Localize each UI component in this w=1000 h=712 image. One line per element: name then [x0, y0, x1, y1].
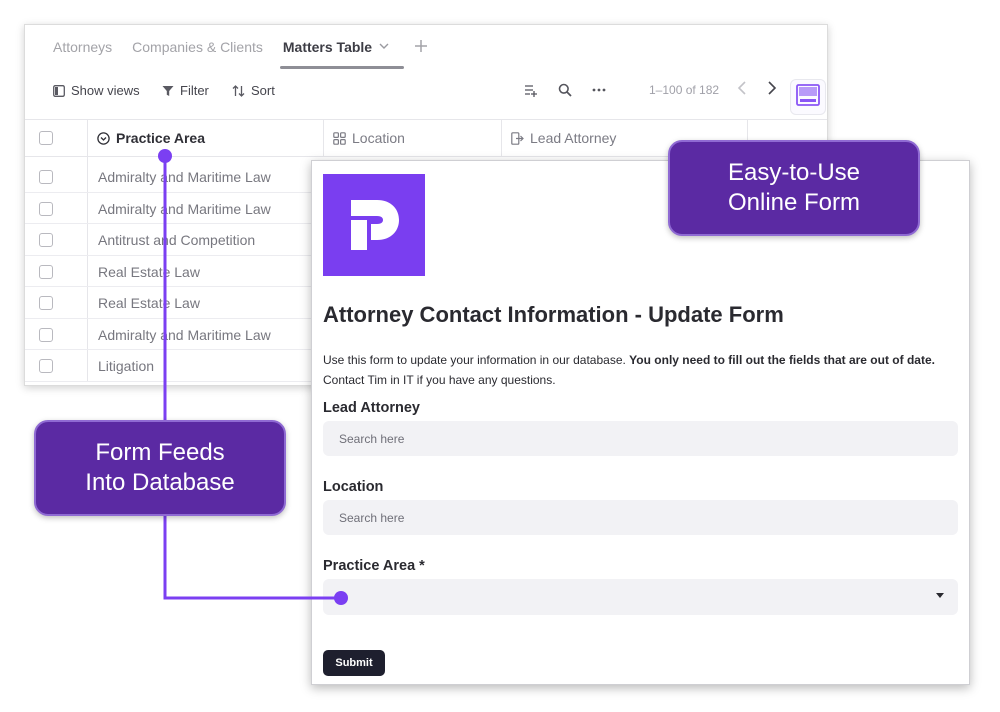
filter-label: Filter [180, 83, 209, 98]
row-checkbox[interactable] [39, 201, 53, 216]
stage: Attorneys Companies & Clients Matters Ta… [0, 0, 1000, 712]
practice-area-cell[interactable]: Real Estate Law [98, 264, 200, 280]
practice-area-cell[interactable]: Admiralty and Maritime Law [98, 327, 271, 343]
link-icon [511, 131, 524, 145]
show-views-button[interactable]: Show views [53, 83, 140, 98]
required-asterisk: * [419, 558, 425, 574]
tab-matters-table[interactable]: Matters Table [279, 25, 405, 69]
caret-down-icon [936, 591, 944, 602]
form-layout-icon [796, 83, 820, 111]
form-description-text: Use this form to update your information… [323, 353, 630, 367]
sort-icon [232, 84, 245, 97]
form-description: Use this form to update your information… [323, 350, 963, 390]
practice-area-label: Practice Area * [323, 558, 425, 574]
row-checkbox[interactable] [39, 264, 53, 279]
row-checkbox[interactable] [39, 359, 53, 373]
column-header-label: Location [352, 130, 405, 146]
form-view-button[interactable] [790, 79, 826, 115]
row-checkbox[interactable] [39, 327, 53, 342]
callout-easy-form: Easy-to-Use Online Form [668, 140, 920, 236]
practice-area-cell[interactable]: Admiralty and Maritime Law [98, 201, 271, 217]
show-views-label: Show views [71, 83, 140, 98]
submit-button[interactable]: Submit [323, 650, 385, 676]
column-header-lead-attorney[interactable]: Lead Attorney [511, 130, 616, 146]
form-window: Attorney Contact Information - Update Fo… [311, 160, 970, 685]
search-icon[interactable] [558, 83, 572, 97]
practice-area-label-text: Practice Area [323, 558, 416, 574]
location-label: Location [323, 479, 384, 495]
sort-label: Sort [251, 83, 275, 98]
practice-area-cell[interactable]: Litigation [98, 358, 154, 374]
column-header-label: Practice Area [116, 130, 205, 146]
grid-icon [333, 131, 346, 145]
tab-bar: Attorneys Companies & Clients Matters Ta… [25, 25, 428, 69]
practice-area-cell[interactable]: Antitrust and Competition [98, 232, 255, 248]
more-options-icon[interactable] [592, 83, 606, 97]
dropdown-circle-icon [97, 131, 110, 145]
column-divider [87, 120, 88, 156]
row-checkbox[interactable] [39, 170, 53, 184]
sort-button[interactable]: Sort [232, 83, 275, 98]
brand-logo [323, 174, 425, 276]
add-row-icon[interactable] [524, 83, 538, 97]
form-description-emphasis: You only need to fill out the fields tha… [629, 353, 935, 367]
practice-area-cell[interactable]: Admiralty and Maritime Law [98, 169, 271, 185]
form-description-text: Contact Tim in IT if you have any questi… [323, 373, 556, 387]
add-tab-icon[interactable] [414, 36, 428, 59]
column-header-practice-area[interactable]: Practice Area [97, 130, 205, 146]
select-all-checkbox[interactable] [39, 131, 53, 145]
row-checkbox[interactable] [39, 296, 53, 310]
practice-area-select[interactable] [323, 579, 958, 615]
callout-line: Easy-to-Use [727, 159, 861, 186]
tab-matters-table-label: Matters Table [282, 39, 373, 55]
toolbar: Show views Filter Sort 1–100 of 182 [25, 77, 827, 109]
lead-attorney-label: Lead Attorney [323, 400, 420, 416]
chevron-left-icon[interactable] [737, 81, 747, 100]
form-title: Attorney Contact Information - Update Fo… [323, 302, 784, 327]
column-header-label: Lead Attorney [530, 130, 617, 146]
location-search-input[interactable] [323, 500, 958, 535]
p-logo-icon [351, 200, 399, 250]
filter-icon [162, 85, 174, 97]
practice-area-cell[interactable]: Real Estate Law [98, 295, 200, 311]
callout-line: Into Database [85, 469, 235, 496]
row-checkbox[interactable] [39, 233, 53, 247]
callout-line: Form Feeds [95, 439, 225, 466]
callout-form-feeds: Form Feeds Into Database [34, 420, 286, 516]
filter-button[interactable]: Filter [162, 83, 209, 98]
column-divider [501, 120, 502, 156]
chevron-down-icon[interactable] [378, 40, 390, 55]
tab-companies-clients[interactable]: Companies & Clients [132, 25, 263, 69]
pagination-count: 1–100 of 182 [649, 83, 720, 97]
column-divider [323, 120, 324, 156]
lead-attorney-search-input[interactable] [323, 421, 958, 456]
callout-line: Online Form [727, 189, 861, 216]
tab-attorneys[interactable]: Attorneys [53, 25, 112, 69]
sidebar-icon [53, 84, 65, 97]
chevron-right-icon[interactable] [767, 81, 777, 100]
column-header-location[interactable]: Location [333, 130, 405, 146]
